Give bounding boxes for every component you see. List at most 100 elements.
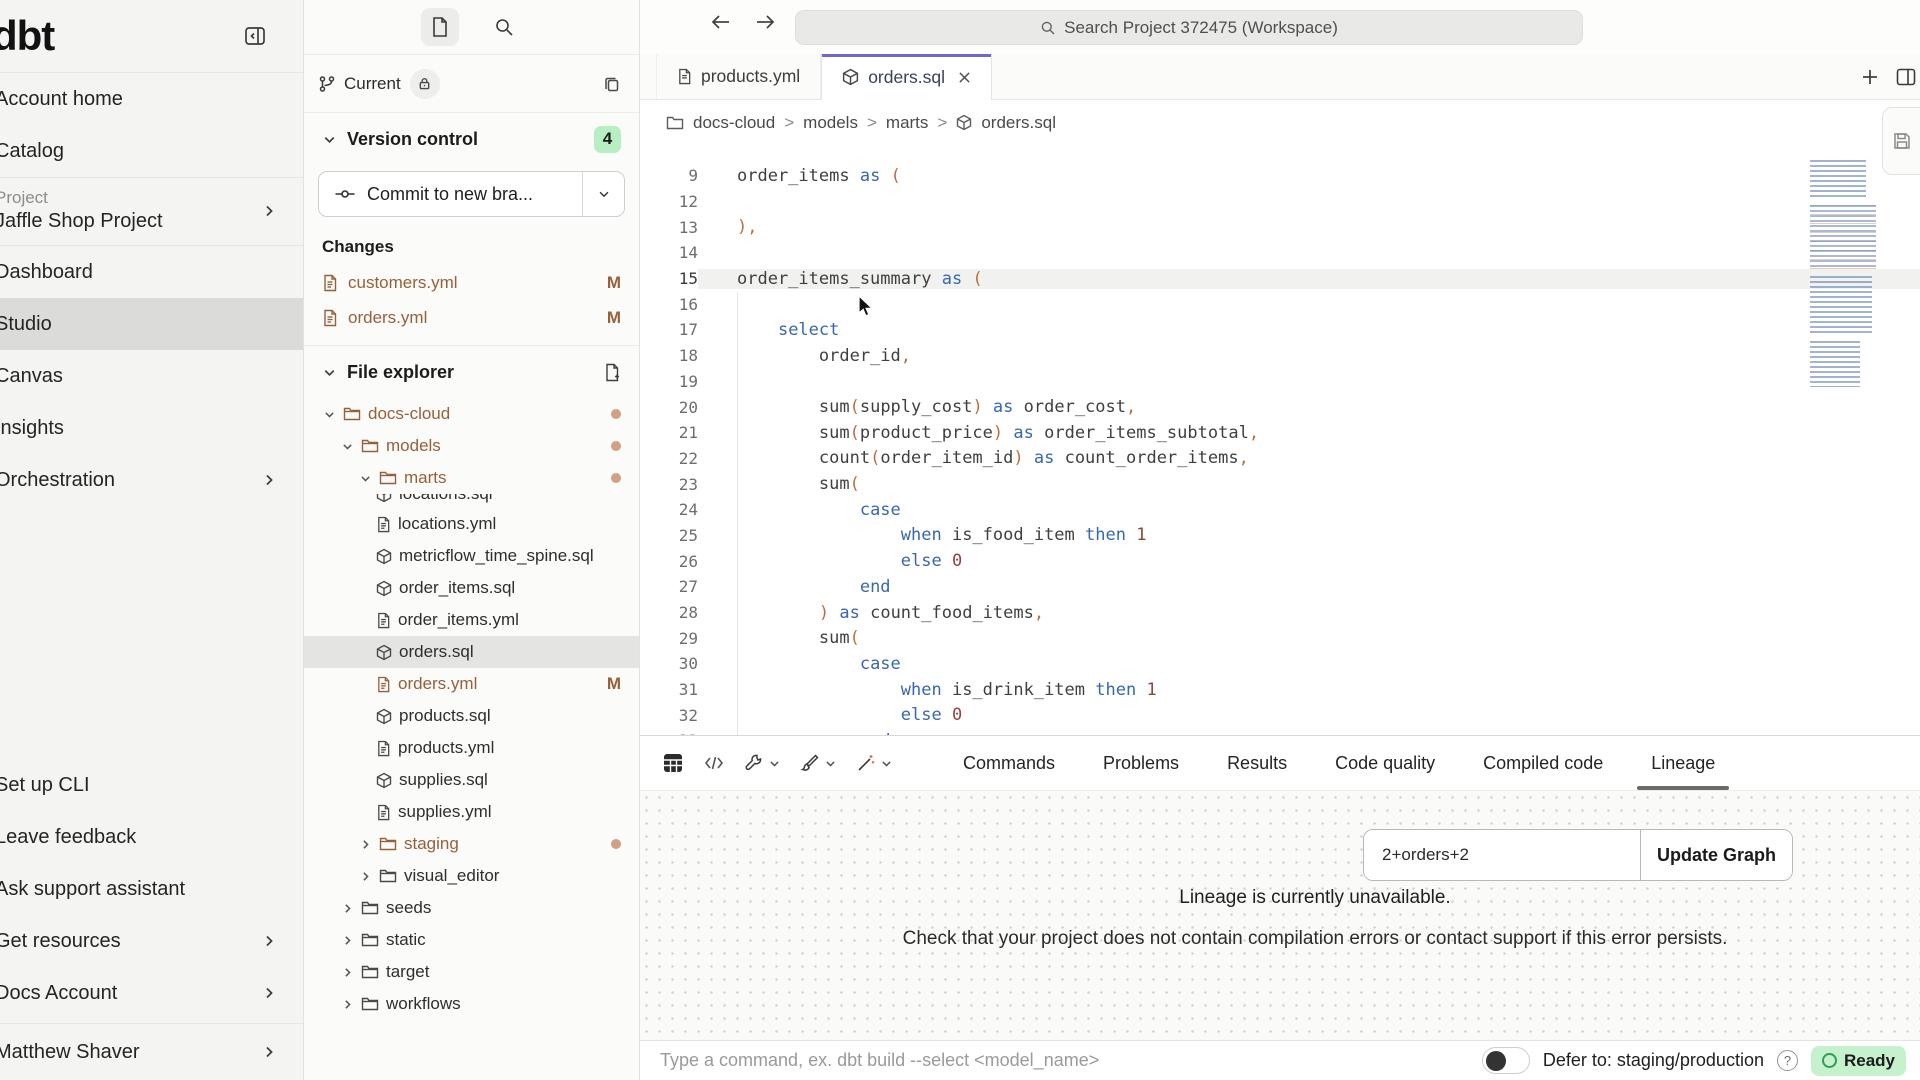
close-tab-icon[interactable] bbox=[958, 71, 971, 84]
build-tools-icon[interactable] bbox=[744, 753, 764, 773]
tree-item[interactable]: docs-cloud bbox=[304, 398, 639, 430]
bottom-panel-tab[interactable]: Code quality bbox=[1311, 736, 1459, 790]
code-line[interactable]: 28 ) as count_food_items, bbox=[640, 600, 1920, 626]
code-line[interactable]: 31 when is_drink_item then 1 bbox=[640, 677, 1920, 703]
code-line[interactable]: 24 case bbox=[640, 497, 1920, 523]
new-file-icon[interactable] bbox=[604, 363, 621, 382]
version-control-header[interactable]: Version control 4 bbox=[304, 113, 639, 165]
tree-item[interactable]: order_items.sql bbox=[304, 572, 639, 604]
tree-item[interactable]: products.sql bbox=[304, 700, 639, 732]
bottom-panel-tab[interactable]: Lineage bbox=[1627, 736, 1739, 790]
sidebar-item[interactable]: Leave feedback bbox=[0, 811, 303, 863]
lineage-selector-input[interactable] bbox=[1364, 830, 1640, 880]
chevron-down-icon[interactable] bbox=[824, 757, 837, 770]
code-line[interactable]: 19 bbox=[640, 369, 1920, 395]
chevron-right-icon[interactable] bbox=[358, 838, 372, 851]
chevron-down-icon[interactable] bbox=[358, 472, 372, 485]
tree-item[interactable]: orders.yml M bbox=[304, 668, 639, 700]
project-search[interactable]: Search Project 372475 (Workspace) bbox=[795, 10, 1583, 45]
tree-item[interactable]: supplies.sql bbox=[304, 764, 639, 796]
sidebar-item[interactable]: Catalog bbox=[0, 125, 303, 177]
code-line[interactable]: 9 order_items as ( bbox=[640, 163, 1920, 189]
chevron-down-icon[interactable] bbox=[768, 757, 781, 770]
chevron-right-icon[interactable] bbox=[340, 934, 354, 947]
sidebar-item[interactable]: Canvas bbox=[0, 350, 303, 402]
collapse-sidebar-icon[interactable] bbox=[243, 24, 267, 48]
code-line[interactable]: 22 count(order_item_id) as count_order_i… bbox=[640, 446, 1920, 472]
bottom-panel-tab[interactable]: Compiled code bbox=[1459, 736, 1627, 790]
code-line[interactable]: 29 sum( bbox=[640, 625, 1920, 651]
tree-item[interactable]: order_items.yml bbox=[304, 604, 639, 636]
code-line[interactable]: 30 case bbox=[640, 651, 1920, 677]
chevron-right-icon[interactable] bbox=[340, 902, 354, 915]
tree-item[interactable]: workflows bbox=[304, 988, 639, 1020]
code-line[interactable]: 26 else 0 bbox=[640, 548, 1920, 574]
tree-item[interactable]: supplies.yml bbox=[304, 796, 639, 828]
breadcrumb-segment[interactable]: marts bbox=[886, 113, 929, 133]
defer-toggle[interactable] bbox=[1482, 1047, 1530, 1074]
back-icon[interactable] bbox=[710, 12, 732, 32]
breadcrumb-segment[interactable]: models bbox=[803, 113, 858, 133]
code-line[interactable]: 16 bbox=[640, 291, 1920, 317]
chevron-right-icon[interactable] bbox=[358, 870, 372, 883]
sidebar-project-selector[interactable]: Project Jaffle Shop Project bbox=[0, 178, 303, 245]
tree-item[interactable]: seeds bbox=[304, 892, 639, 924]
tree-item[interactable]: static bbox=[304, 924, 639, 956]
tree-item[interactable]: orders.sql bbox=[304, 636, 639, 668]
commit-options-button[interactable] bbox=[582, 172, 624, 216]
tree-item[interactable]: locations.yml bbox=[304, 508, 639, 540]
file-explorer-header[interactable]: File explorer bbox=[304, 346, 639, 398]
tree-item[interactable]: target bbox=[304, 956, 639, 988]
code-icon[interactable] bbox=[703, 754, 725, 772]
tree-item[interactable]: marts bbox=[304, 462, 639, 494]
sidebar-item[interactable]: Ask support assistant bbox=[0, 863, 303, 915]
copy-icon[interactable] bbox=[603, 75, 621, 93]
tree-item[interactable]: visual_editor bbox=[304, 860, 639, 892]
code-line[interactable]: 12 bbox=[640, 189, 1920, 215]
bottom-panel-tab[interactable]: Problems bbox=[1079, 736, 1203, 790]
code-line[interactable]: 20 sum(supply_cost) as order_cost, bbox=[640, 394, 1920, 420]
code-line[interactable]: 27 end bbox=[640, 574, 1920, 600]
code-line[interactable]: 14 bbox=[640, 240, 1920, 266]
sidebar-item[interactable]: Account home bbox=[0, 73, 303, 125]
chevron-down-icon[interactable] bbox=[322, 408, 336, 421]
file-explorer-view-button[interactable] bbox=[421, 8, 459, 46]
tree-item[interactable]: models bbox=[304, 430, 639, 462]
command-input[interactable]: Type a command, ex. dbt build --select <… bbox=[660, 1050, 1099, 1071]
breadcrumb-segment[interactable]: docs-cloud bbox=[693, 113, 775, 133]
ai-wand-icon[interactable] bbox=[856, 753, 876, 773]
status-badge[interactable]: Ready bbox=[1811, 1046, 1906, 1076]
breadcrumb-file[interactable]: orders.sql bbox=[981, 113, 1056, 133]
sidebar-item[interactable]: Orchestration bbox=[0, 454, 303, 506]
chevron-right-icon[interactable] bbox=[340, 966, 354, 979]
tree-item[interactable]: products.yml bbox=[304, 732, 639, 764]
search-view-button[interactable] bbox=[485, 8, 523, 46]
help-icon[interactable]: ? bbox=[1777, 1050, 1798, 1071]
split-editor-icon[interactable] bbox=[1896, 68, 1916, 86]
sidebar-item[interactable]: Get resources bbox=[0, 915, 303, 967]
tree-item[interactable]: staging bbox=[304, 828, 639, 860]
sidebar-item[interactable]: Studio bbox=[0, 298, 303, 350]
code-line[interactable]: 32 else 0 bbox=[640, 702, 1920, 728]
code-line[interactable]: 13 ), bbox=[640, 214, 1920, 240]
sidebar-item[interactable]: Set up CLI bbox=[0, 759, 303, 811]
update-graph-button[interactable]: Update Graph bbox=[1640, 830, 1792, 880]
sidebar-item[interactable]: Dashboard bbox=[0, 246, 303, 298]
code-line[interactable]: 23 sum( bbox=[640, 471, 1920, 497]
changed-file-row[interactable]: orders.yml M bbox=[304, 300, 639, 335]
code-line[interactable]: 18 order_id, bbox=[640, 343, 1920, 369]
sidebar-item[interactable]: Docs Account bbox=[0, 967, 303, 1019]
code-line[interactable]: 21 sum(product_price) as order_items_sub… bbox=[640, 420, 1920, 446]
bottom-panel-tab[interactable]: Commands bbox=[939, 736, 1079, 790]
code-line[interactable]: 15 order_items_summary as ( bbox=[640, 266, 1920, 292]
tab-orders-sql[interactable]: orders.sql bbox=[821, 54, 992, 100]
branch-row[interactable]: Current bbox=[304, 55, 639, 113]
tab-products-yml[interactable]: products.yml bbox=[656, 54, 821, 99]
format-brush-icon[interactable] bbox=[800, 753, 820, 773]
sidebar-item[interactable]: Insights bbox=[0, 402, 303, 454]
chevron-right-icon[interactable] bbox=[340, 998, 354, 1011]
results-table-icon[interactable] bbox=[662, 752, 684, 774]
code-line[interactable]: 17 select bbox=[640, 317, 1920, 343]
new-tab-icon[interactable] bbox=[1860, 67, 1880, 87]
user-menu[interactable]: Matthew Shaver bbox=[0, 1024, 303, 1080]
